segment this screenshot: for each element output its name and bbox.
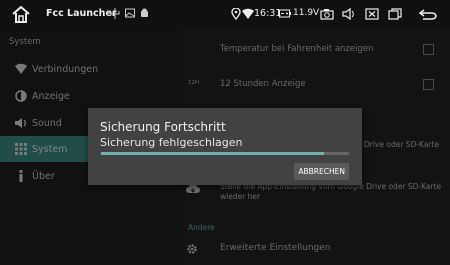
app-title: Fcc Launcher bbox=[46, 8, 117, 19]
home-icon[interactable] bbox=[12, 6, 30, 23]
battery-indicator: 11.9V bbox=[279, 8, 319, 18]
recent-apps-icon[interactable] bbox=[388, 8, 402, 20]
usb-icon bbox=[110, 8, 120, 19]
clock: 16:31 bbox=[254, 8, 282, 19]
back-icon[interactable] bbox=[419, 8, 437, 20]
close-app-icon[interactable] bbox=[365, 8, 379, 20]
image-icon bbox=[125, 8, 135, 18]
android-icon bbox=[141, 8, 148, 17]
notification-icons bbox=[110, 8, 149, 19]
dialog-message: Sicherung fehlgeschlagen bbox=[100, 136, 243, 149]
progress-bar bbox=[101, 152, 349, 155]
battery-voltage: 11.9V bbox=[293, 8, 320, 18]
status-bar: Fcc Launcher 16:31 11.9V bbox=[0, 0, 450, 29]
camera-icon[interactable] bbox=[320, 8, 334, 20]
cancel-button[interactable]: ABBRECHEN bbox=[294, 163, 349, 180]
battery-icon bbox=[279, 9, 291, 17]
progress-fill bbox=[101, 152, 325, 155]
dialog-title: Sicherung Fortschritt bbox=[100, 120, 226, 134]
wifi-signal-icon bbox=[242, 8, 254, 19]
volume-icon[interactable] bbox=[342, 8, 356, 20]
backup-progress-dialog: Sicherung Fortschritt Sicherung fehlgesc… bbox=[88, 108, 362, 185]
